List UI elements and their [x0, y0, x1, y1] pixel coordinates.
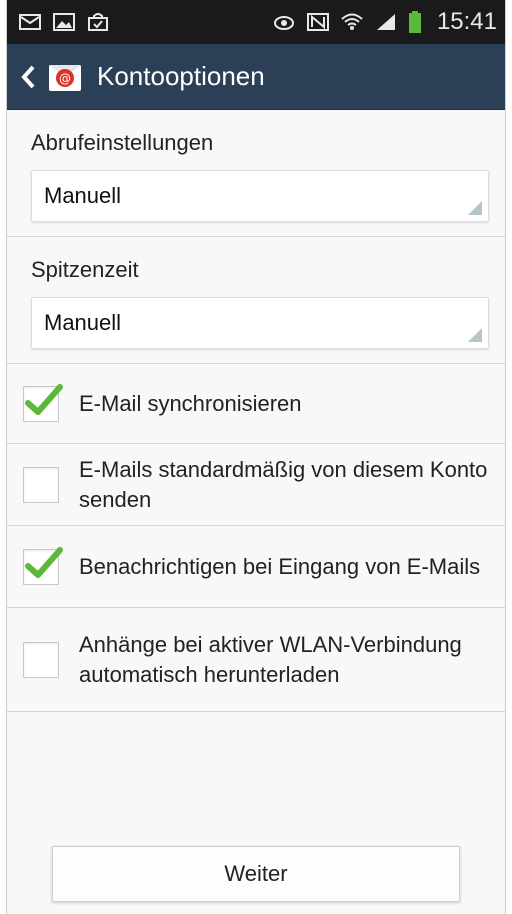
- default-send-option[interactable]: E-Mails standardmäßig von diesem Konto s…: [7, 444, 505, 526]
- fetch-settings-value: Manuell: [44, 183, 122, 208]
- screen: 15:41 @ Kontooptionen Abrufeinstellungen…: [6, 0, 506, 914]
- message-icon: [19, 14, 41, 30]
- page-title: Kontooptionen: [97, 61, 265, 91]
- notify-checkbox[interactable]: [23, 546, 63, 585]
- sync-email-checkbox[interactable]: [23, 383, 63, 422]
- settings-content: Abrufeinstellungen Manuell Spitzenzeit M…: [7, 110, 505, 712]
- fetch-settings-section: Abrufeinstellungen Manuell: [7, 110, 505, 237]
- fetch-settings-label: Abrufeinstellungen: [31, 130, 214, 155]
- signal-icon: [376, 14, 395, 30]
- peak-time-value: Manuell: [44, 310, 122, 335]
- eye-icon: [273, 16, 294, 30]
- wifi-download-label: Anhänge bei aktiver WLAN-Verbindung auto…: [79, 631, 462, 687]
- status-right-icons: 15:41: [273, 8, 497, 36]
- battery-icon: [408, 11, 421, 33]
- image-icon: [53, 13, 75, 31]
- svg-text:@: @: [59, 71, 71, 85]
- notify-option[interactable]: Benachrichtigen bei Eingang von E-Mails: [7, 526, 505, 608]
- status-bar: 15:41: [7, 0, 505, 44]
- checkmark-icon: [25, 383, 63, 415]
- nfc-icon: [306, 13, 329, 31]
- fetch-settings-dropdown[interactable]: Manuell: [31, 170, 489, 222]
- peak-time-label: Spitzenzeit: [31, 257, 139, 282]
- next-button[interactable]: Weiter: [52, 846, 460, 902]
- chevron-left-icon[interactable]: [19, 63, 37, 91]
- peak-time-section: Spitzenzeit Manuell: [7, 237, 505, 364]
- default-send-checkbox[interactable]: [23, 466, 59, 503]
- footer: Weiter: [7, 834, 505, 914]
- wifi-download-checkbox[interactable]: [23, 641, 59, 678]
- checkmark-icon: [25, 546, 63, 578]
- dropdown-corner-icon: [468, 328, 482, 342]
- wifi-icon: [341, 13, 363, 30]
- email-app-icon[interactable]: @: [47, 59, 83, 95]
- sync-email-option[interactable]: E-Mail synchronisieren: [7, 364, 505, 444]
- peak-time-dropdown[interactable]: Manuell: [31, 297, 489, 349]
- notify-label: Benachrichtigen bei Eingang von E-Mails: [79, 553, 481, 579]
- shopping-bag-icon: [88, 13, 108, 31]
- default-send-label: E-Mails standardmäßig von diesem Konto s…: [79, 456, 488, 512]
- dropdown-corner-icon: [468, 201, 482, 215]
- wifi-download-option[interactable]: Anhänge bei aktiver WLAN-Verbindung auto…: [7, 608, 505, 712]
- status-left-icons: [19, 13, 109, 31]
- action-bar: @ Kontooptionen: [7, 44, 505, 110]
- sync-email-label: E-Mail synchronisieren: [79, 390, 302, 416]
- status-time: 15:41: [436, 8, 497, 35]
